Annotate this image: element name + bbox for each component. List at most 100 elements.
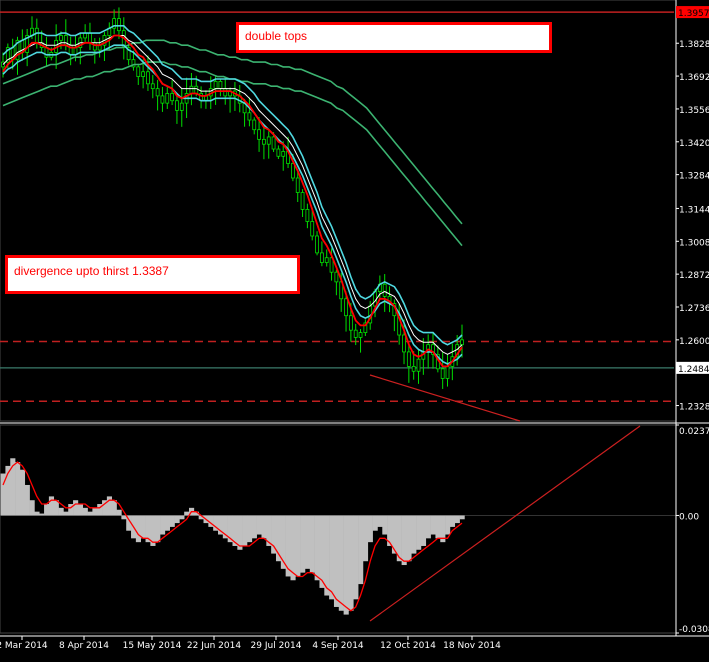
candle-body [170, 93, 175, 102]
candle-body [406, 351, 411, 367]
candle-body [276, 148, 281, 157]
price-tick-label: 1.3692 [679, 73, 709, 83]
candle-body [160, 95, 165, 104]
time-tick-label: 22 Jun 2014 [187, 641, 241, 651]
candle-body [223, 88, 228, 97]
candle-body [179, 102, 184, 111]
candle-body [59, 35, 63, 41]
price-tick-label: 1.3420 [679, 139, 709, 149]
oscillator-bar [416, 515, 422, 550]
candle-body [411, 366, 416, 372]
candle-body [257, 129, 261, 140]
oscillator-bar [106, 496, 113, 516]
oscillator-tick-label: -0.03083 [679, 625, 709, 635]
candle-body [213, 80, 218, 90]
oscillator-bar [44, 504, 50, 516]
oscillator-bar [319, 515, 325, 588]
candle-body [402, 334, 406, 353]
oscillator-bar [24, 484, 30, 516]
candle-body [141, 71, 146, 77]
oscillator-bar [87, 511, 93, 516]
candle-body [440, 368, 445, 379]
divergence-annotation[interactable]: divergence upto thirst 1.3387 [5, 255, 300, 294]
candle-body [344, 298, 348, 317]
price-tick-label: 1.2600 [679, 337, 709, 347]
candle-body [416, 358, 421, 372]
oscillator-bar [116, 509, 122, 516]
candle-body [290, 163, 295, 179]
oscillator-bar [430, 515, 436, 535]
oscillator-bar [372, 515, 378, 531]
oscillator-bar [338, 515, 344, 611]
oscillator-bar [324, 515, 330, 596]
candle-body [271, 136, 276, 150]
oscillator-bar [329, 515, 335, 600]
price-tick-label: 1.2736 [679, 304, 709, 314]
candle-body [88, 32, 92, 44]
oscillator-bar [401, 515, 407, 566]
oscillator-bar [304, 515, 311, 569]
oscillator-bar [34, 511, 40, 516]
candle-body [382, 283, 387, 297]
time-tick-label: 8 Apr 2014 [59, 641, 109, 651]
candle-body [189, 85, 194, 94]
oscillator-bar [367, 515, 373, 543]
oscillator-bar [169, 515, 175, 527]
oscillator-bar [435, 515, 441, 539]
candle-body [460, 339, 464, 346]
price-tick-label: 1.2872 [679, 271, 709, 281]
candle-body [136, 66, 141, 77]
oscillator-bar [135, 515, 141, 543]
oscillator-bar [295, 515, 301, 577]
candle-body [324, 257, 329, 263]
price-tick-label: 1.2328 [679, 403, 709, 413]
oscillator-bar [261, 515, 267, 539]
oscillator-bar [343, 515, 349, 615]
oscillator-bar [411, 515, 417, 554]
candle-body [295, 177, 300, 193]
candle-body [194, 85, 199, 94]
oscillator-bar [300, 515, 306, 573]
oscillator-bar [29, 500, 35, 516]
price-tick-label: 1.3144 [679, 205, 709, 215]
oscillator-bar [377, 515, 383, 527]
oscillator-bar [184, 511, 190, 516]
oscillator-bar [73, 500, 79, 516]
oscillator-bar [58, 507, 64, 516]
oscillator-bar [48, 496, 55, 516]
candle-body [305, 209, 310, 222]
time-tick-label: 29 Jul 2014 [251, 641, 302, 651]
candle-body [218, 80, 223, 90]
oscillator-bar [174, 515, 180, 524]
time-tick-label: 2 Mar 2014 [0, 641, 48, 651]
time-tick-label: 4 Sep 2014 [312, 641, 364, 651]
oscillator-bar [314, 515, 320, 581]
candle-body [146, 71, 150, 85]
candle-body [155, 88, 160, 97]
time-tick-label: 18 Nov 2014 [443, 641, 501, 651]
price-tick-label: 1.3828 [679, 40, 709, 50]
oscillator-bar [63, 511, 69, 516]
candle-body [252, 119, 257, 131]
oscillator-bar [92, 507, 98, 516]
candle-body [315, 235, 319, 254]
candle-body [266, 136, 271, 145]
oscillator-bar [333, 515, 340, 607]
time-tick-label: 12 Oct 2014 [380, 641, 436, 651]
candle-body [300, 192, 305, 210]
oscillator-tick-label: 0.02373 [679, 427, 709, 437]
oscillator-bar [348, 515, 354, 611]
candle-body [117, 18, 121, 32]
candle-body [445, 366, 450, 379]
candle-body [175, 100, 179, 111]
candle-body [247, 112, 252, 121]
oscillator-bar [160, 515, 166, 535]
top-level-price-label: 1.3957 [678, 9, 709, 19]
double-tops-annotation[interactable]: double tops [236, 22, 552, 53]
oscillator-bar [140, 515, 146, 539]
candle-body [319, 252, 324, 263]
candle-body [281, 151, 286, 157]
oscillator-bar [459, 515, 465, 520]
candle-body [34, 27, 39, 44]
oscillator-bar [15, 462, 21, 516]
